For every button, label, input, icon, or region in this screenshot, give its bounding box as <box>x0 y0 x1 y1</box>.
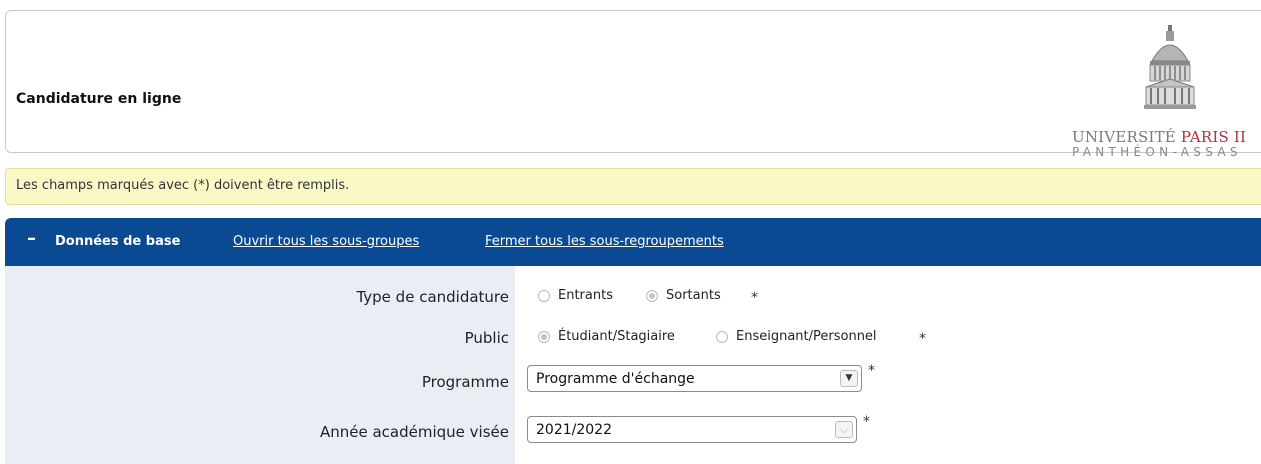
required-fields-notice: Les champs marqués avec (*) doivent être… <box>5 168 1261 205</box>
chevron-down-icon[interactable]: ⌵ <box>835 421 853 438</box>
header-panel: Candidature en ligne UNIVERSITÉ PARIS II… <box>5 10 1261 159</box>
section-title: Données de base <box>55 234 181 249</box>
required-asterisk: * <box>751 290 758 306</box>
radio-button-checked[interactable] <box>538 330 550 343</box>
pantheon-dome-icon <box>1144 25 1196 109</box>
programme-label: Programme <box>421 373 509 391</box>
required-asterisk: * <box>863 414 870 430</box>
radio-option-sortants[interactable]: Sortants <box>646 288 721 303</box>
logo-university-name: UNIVERSITÉ PARIS II <box>1072 128 1247 146</box>
base-data-form: Type de candidature Public Programme Ann… <box>5 266 1261 464</box>
section-header-base-data: – Données de base Ouvrir tous les sous-g… <box>5 218 1261 266</box>
annee-academique-select[interactable]: 2021/2022 ⌵ <box>527 416 857 443</box>
required-asterisk: * <box>919 331 926 347</box>
page-title: Candidature en ligne <box>16 91 182 107</box>
radio-option-enseignant[interactable]: Enseignant/Personnel <box>716 329 877 344</box>
required-asterisk: * <box>868 363 875 379</box>
programme-select[interactable]: Programme d'échange ▼ <box>527 365 862 392</box>
university-logo: UNIVERSITÉ PARIS II PANTHÉON-ASSAS <box>1070 25 1261 161</box>
radio-button[interactable] <box>716 330 728 343</box>
close-all-subgroups-link[interactable]: Fermer tous les sous-regroupements <box>485 234 724 249</box>
logo-subtitle: PANTHÉON-ASSAS <box>1072 145 1242 159</box>
annee-academique-label: Année académique visée <box>319 423 509 441</box>
radio-option-etudiant[interactable]: Étudiant/Stagiaire <box>538 329 675 344</box>
chevron-down-icon[interactable]: ▼ <box>840 370 858 387</box>
type-candidature-label: Type de candidature <box>356 288 509 306</box>
radio-button[interactable] <box>538 289 550 302</box>
collapse-section-button[interactable]: – <box>27 228 36 249</box>
radio-option-entrants[interactable]: Entrants <box>538 288 613 303</box>
public-label: Public <box>464 329 509 347</box>
radio-button-checked[interactable] <box>646 289 658 302</box>
label-column: Type de candidature Public Programme Ann… <box>5 266 515 464</box>
open-all-subgroups-link[interactable]: Ouvrir tous les sous-groupes <box>233 234 419 249</box>
